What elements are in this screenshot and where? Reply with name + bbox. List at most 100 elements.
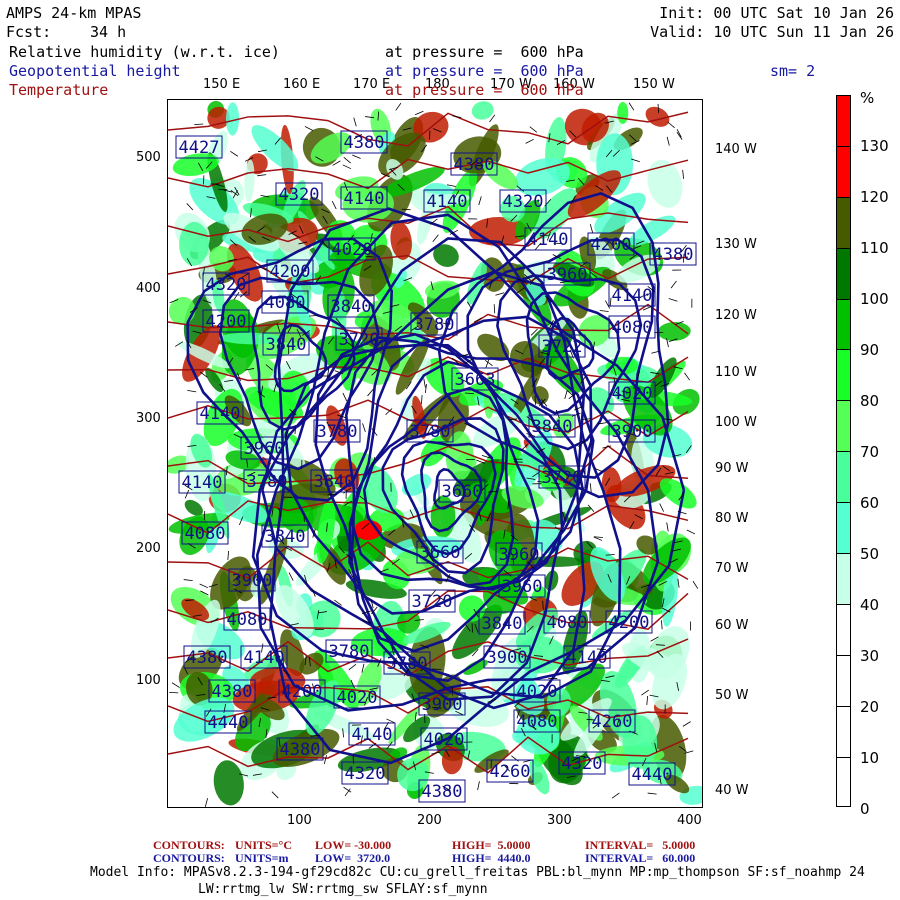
wind-barb xyxy=(401,208,411,211)
wind-barb xyxy=(429,130,431,140)
height-contour-label: 3840 xyxy=(266,335,307,355)
map-svg: 4427 4380 4380 4320 4140 4140 4320 4140 4200 4380… xyxy=(168,100,702,807)
wind-barb xyxy=(288,572,294,581)
colorbar-swatch xyxy=(836,95,851,146)
height-contour-label: 3960 xyxy=(502,577,543,597)
wind-barb xyxy=(529,126,538,133)
height-contour-label: 4140 xyxy=(352,725,393,745)
colorbar-label: 20 xyxy=(860,698,880,716)
colorbar-label: 120 xyxy=(860,188,889,206)
height-contour-label: 4380 xyxy=(212,682,253,702)
height-contour-label: 4080 xyxy=(185,524,226,544)
wind-barb xyxy=(187,389,197,393)
colorbar-label: 70 xyxy=(860,443,880,461)
wind-barb xyxy=(414,110,424,116)
height-contour-label: 4140 xyxy=(244,648,285,668)
height-contour-label: 4320 xyxy=(206,275,247,295)
wind-barb xyxy=(478,196,482,206)
height-contour-label: 3780 xyxy=(317,422,358,442)
wind-barb xyxy=(257,174,267,177)
height-contour-label: 3780 xyxy=(247,472,288,492)
wind-barb xyxy=(611,792,620,799)
colorbar-swatch xyxy=(836,451,851,503)
height-contour-label: 3900 xyxy=(612,422,653,442)
top-lon-label: 150 W xyxy=(633,77,675,92)
colorbar-label: 80 xyxy=(860,392,880,410)
wind-barb xyxy=(386,718,395,724)
height-contour-label: 4320 xyxy=(279,185,320,205)
colorbar-swatch xyxy=(836,247,851,299)
height-contour-label: 4020 xyxy=(424,730,465,750)
wind-barb xyxy=(352,154,361,159)
x-tick-label: 100 xyxy=(287,813,312,828)
height-contour-label: 3840 xyxy=(314,472,355,492)
height-contour-label: 4200 xyxy=(270,262,311,282)
height-contour-label: 3840 xyxy=(482,614,523,634)
forecast-hour: 34 h xyxy=(90,23,127,41)
height-contour-label: 3780 xyxy=(387,654,428,674)
height-contour-label: 4427 xyxy=(179,138,220,158)
height-contour-label: 4200 xyxy=(591,235,632,255)
height-contour-label: 3780 xyxy=(414,315,455,335)
colorbar-swatch xyxy=(836,145,851,197)
right-lon-label: 60 W xyxy=(715,618,749,633)
humidity-fill xyxy=(244,159,255,202)
right-lon-label: 120 W xyxy=(715,308,757,323)
y-tick-label: 500 xyxy=(136,150,161,165)
height-contour-label: 4140 xyxy=(200,404,241,424)
wind-barb xyxy=(424,383,427,394)
height-contour-label: 4020 xyxy=(517,682,558,702)
forecast-label: Fcst: xyxy=(6,23,52,41)
wind-barb xyxy=(666,136,670,146)
height-contour-label: 4380 xyxy=(344,133,385,153)
wind-barb xyxy=(169,691,179,694)
height-contour-label: 4380 xyxy=(280,740,321,760)
wind-barb xyxy=(304,126,314,131)
colorbar-label: 40 xyxy=(860,596,880,614)
height-contour-label: 4440 xyxy=(208,713,249,733)
wind-barb xyxy=(511,755,519,762)
height-contour-label: 3660 xyxy=(420,543,461,563)
height-contour-label: 3720 xyxy=(412,592,453,612)
y-tick-label: 300 xyxy=(136,411,161,426)
wind-barb xyxy=(230,150,239,157)
height-contour-label: 4020 xyxy=(337,688,378,708)
right-lon-label: 40 W xyxy=(715,783,749,798)
wind-barb xyxy=(477,781,480,791)
y-tick-label: 100 xyxy=(136,673,161,688)
colorbar-swatch xyxy=(836,756,851,808)
wind-barb xyxy=(682,169,684,179)
colorbar-label: 130 xyxy=(860,137,889,155)
colorbar-swatch xyxy=(836,298,851,350)
height-contour-label: 4320 xyxy=(562,754,603,774)
colorbar-swatch xyxy=(836,400,851,452)
valid-time: Valid: 10 UTC Sun 11 Jan 26 xyxy=(650,23,894,41)
height-contour-label: 4200 xyxy=(609,613,650,633)
height-contour-label: 4380 xyxy=(187,648,228,668)
colorbar-swatch xyxy=(836,553,851,604)
height-contour-label: 4080 xyxy=(517,712,558,732)
wind-barb xyxy=(343,157,351,164)
wind-barb xyxy=(686,529,696,535)
field-rh-level: at pressure = 600 hPa xyxy=(385,43,584,61)
wind-barb xyxy=(342,392,348,402)
wind-barb xyxy=(362,423,366,433)
field-temp-level: at pressure = 600 hPa xyxy=(385,81,584,99)
wind-barb xyxy=(646,695,649,705)
height-contour-label: 3960 xyxy=(547,265,588,285)
right-lon-label: 100 W xyxy=(715,415,757,430)
height-contour-label: 3900 xyxy=(422,695,463,715)
wind-barb xyxy=(628,102,635,111)
colorbar-label: 30 xyxy=(860,647,880,665)
x-tick-label: 200 xyxy=(417,813,442,828)
right-lon-label: 110 W xyxy=(715,365,757,380)
colorbar-label: 10 xyxy=(860,749,880,767)
colorbar-label: 90 xyxy=(860,341,880,359)
height-contour-label: 4080 xyxy=(265,293,306,313)
height-contour-label: 3900 xyxy=(232,571,273,591)
top-lon-label: 160 E xyxy=(283,77,321,92)
right-lon-label: 80 W xyxy=(715,511,749,526)
height-contour-label: 4080 xyxy=(547,613,588,633)
wind-barb xyxy=(395,102,402,111)
wind-barb xyxy=(599,310,609,312)
